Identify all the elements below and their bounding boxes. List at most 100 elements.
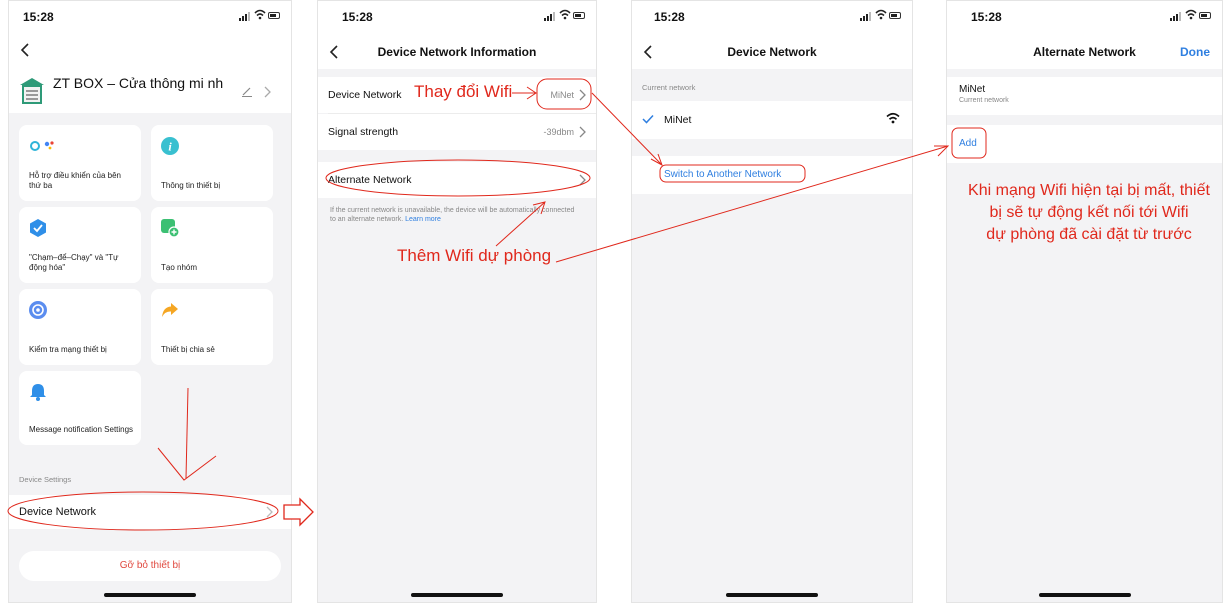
annotation-note: Khi mạng Wifi hiện tại bị mất, thiết bị … (944, 180, 1223, 246)
status-time: 15:28 (23, 10, 54, 24)
annotation-change-wifi: Thay đổi Wifi (414, 82, 513, 101)
tile-create-group[interactable]: Tạo nhóm (151, 207, 273, 283)
tile-message-notification[interactable]: Message notification Settings (19, 371, 141, 445)
hint-text: If the current network is unavailable, t… (330, 207, 575, 223)
garage-door-icon (20, 78, 44, 104)
page-title: Device Network (727, 45, 817, 59)
edit-icon[interactable] (241, 87, 253, 97)
device-network-row[interactable]: Device Network (9, 495, 291, 529)
chevron-right-icon (579, 89, 586, 101)
create-group-icon (161, 219, 179, 237)
status-bar: 15:28 (947, 1, 1222, 35)
alternate-network-row[interactable]: Alternate Network (318, 162, 596, 198)
chevron-right-icon (579, 126, 586, 138)
wifi-status-icon (875, 9, 887, 20)
info-icon: i (161, 137, 179, 155)
chevron-right-icon (266, 506, 273, 518)
network-subtitle: Current network (959, 97, 1009, 104)
navigation-bar: Device Network (632, 35, 912, 69)
battery-icon (573, 12, 585, 19)
tile-label: "Chạm–để–Chạy" và "Tự động hóa" (29, 253, 119, 272)
wifi-strength-icon (886, 112, 900, 124)
share-icon (162, 303, 178, 317)
device-name: ZT BOX – Cửa thông mi nh (53, 75, 224, 91)
phone-screen-device-network: 15:28 Device Network Current network MiN… (631, 0, 913, 603)
status-time: 15:28 (654, 10, 685, 24)
page-title: Device Network Information (377, 45, 537, 59)
network-name: MiNet (959, 84, 986, 95)
device-network-label: Device Network (19, 506, 97, 518)
status-bar: 15:28 (9, 1, 291, 35)
signal-strength-label: Signal strength (328, 126, 399, 138)
learn-more-link[interactable]: Learn more (405, 216, 441, 223)
home-indicator (1038, 593, 1131, 597)
phone-screen-device-settings: 15:28 ZT BOX – Cửa thông mi nh Hỗ trợ đi… (8, 0, 292, 603)
current-network-row: MiNet Current network (947, 77, 1222, 115)
tile-label: Thông tin thiết bị (161, 181, 221, 190)
device-header (9, 35, 291, 113)
note-line: dự phòng đã cài đặt từ trước (986, 226, 1192, 243)
add-network-button[interactable]: Add (959, 138, 977, 149)
chevron-right-icon[interactable] (263, 86, 271, 98)
remove-device-button[interactable]: Gỡ bỏ thiết bị (19, 551, 281, 581)
alternate-network-hint: If the current network is unavailable, t… (330, 206, 580, 224)
home-indicator (726, 593, 818, 597)
back-chevron-icon[interactable] (19, 41, 33, 59)
tile-third-party-control[interactable]: Hỗ trợ điều khiển của bên thứ ba (19, 125, 141, 201)
section-label-device-settings: Device Settings (19, 475, 72, 484)
navigation-bar: Device Network Information (318, 35, 596, 69)
switch-network-row[interactable]: Switch to Another Network (632, 156, 912, 194)
bell-icon (30, 384, 46, 401)
note-line: Khi mạng Wifi hiện tại bị mất, thiết (968, 182, 1210, 199)
wifi-status-icon (1185, 9, 1197, 20)
battery-icon (268, 12, 280, 19)
tile-device-info[interactable]: i Thông tin thiết bị (151, 125, 273, 201)
wifi-status-icon (254, 9, 266, 20)
add-network-row[interactable]: Add (947, 125, 1222, 163)
automation-icon (30, 219, 46, 237)
cellular-signal-icon (239, 12, 251, 21)
signal-strength-row[interactable]: Signal strength -39dbm (318, 114, 596, 150)
alternate-network-label: Alternate Network (328, 174, 412, 186)
phone-screen-alternate-network: 15:28 Alternate Network Done MiNet Curre… (946, 0, 1223, 603)
cellular-signal-icon (1170, 12, 1182, 21)
signal-strength-value: -39dbm (543, 127, 574, 137)
tile-label: Kiểm tra mạng thiết bị (29, 345, 107, 354)
device-network-value: MiNet (550, 90, 574, 100)
battery-icon (889, 12, 901, 19)
back-chevron-icon[interactable] (642, 43, 656, 61)
cellular-signal-icon (544, 12, 556, 21)
battery-icon (1199, 12, 1211, 19)
home-indicator (411, 593, 503, 597)
status-time: 15:28 (342, 10, 373, 24)
tile-label: Hỗ trợ điều khiển của bên thứ ba (29, 171, 121, 190)
tile-automation[interactable]: "Chạm–để–Chạy" và "Tự động hóa" (19, 207, 141, 283)
tile-shared-device[interactable]: Thiết bị chia sẻ (151, 289, 273, 365)
tile-label: Tạo nhóm (161, 263, 198, 272)
annotation-add-backup-wifi: Thêm Wifi dự phòng (397, 246, 552, 265)
checkmark-icon (642, 114, 654, 124)
chevron-right-icon (579, 174, 586, 186)
done-button[interactable]: Done (1180, 45, 1210, 59)
cellular-signal-icon (860, 12, 872, 21)
status-icons (544, 9, 585, 23)
note-line: bị sẽ tự động kết nối tới Wifi (989, 204, 1189, 221)
status-bar: 15:28 (632, 1, 912, 35)
current-network-row[interactable]: MiNet (632, 101, 912, 139)
status-time: 15:28 (971, 10, 1002, 24)
wifi-status-icon (559, 9, 571, 20)
status-icons (239, 9, 280, 23)
back-chevron-icon[interactable] (328, 43, 342, 61)
tile-network-check[interactable]: Kiểm tra mạng thiết bị (19, 289, 141, 365)
current-network-label: Current network (642, 83, 696, 92)
network-check-icon (29, 301, 47, 319)
status-icons (860, 9, 901, 23)
switch-network-link[interactable]: Switch to Another Network (664, 169, 781, 180)
tile-label: Thiết bị chia sẻ (161, 345, 215, 354)
network-name: MiNet (664, 114, 692, 126)
navigation-bar: Alternate Network Done (947, 35, 1222, 69)
assistant-icon (30, 141, 54, 151)
device-network-label: Device Network (328, 89, 402, 101)
home-indicator (104, 593, 196, 597)
status-icons (1170, 9, 1211, 23)
